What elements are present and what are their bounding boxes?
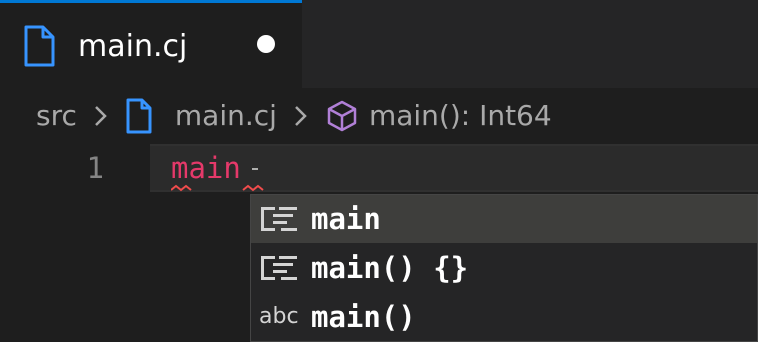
- file-icon: [24, 25, 55, 67]
- tab-bar: main.cj: [0, 0, 758, 88]
- tab-label: main.cj: [78, 29, 188, 64]
- error-squiggle: [171, 184, 264, 192]
- breadcrumb-file[interactable]: main.cj: [175, 96, 277, 136]
- snippet-icon: [261, 207, 297, 231]
- suggestion-item-main-call[interactable]: abc main(): [251, 293, 757, 341]
- chevron-right-icon: [295, 106, 307, 126]
- suggestion-label: main() {}: [311, 251, 469, 285]
- unsaved-dot-icon[interactable]: [257, 35, 275, 53]
- snippet-icon: [261, 256, 297, 280]
- abc-icon: abc: [259, 304, 299, 329]
- suggestion-item-main-block[interactable]: main() {}: [251, 244, 757, 292]
- text-cursor: [252, 168, 258, 170]
- file-icon: [126, 98, 152, 134]
- line-number: 1: [86, 151, 104, 185]
- suggestion-label: main: [311, 202, 381, 236]
- editor-window: main.cj src main.cj main(): Int64 1 main: [0, 0, 758, 342]
- breadcrumb-symbol[interactable]: main(): Int64: [369, 96, 552, 136]
- suggestion-item-main[interactable]: main: [251, 195, 757, 243]
- code-text[interactable]: main: [171, 148, 241, 188]
- suggestion-list: main main() {} abc main(): [250, 194, 758, 342]
- suggestion-label: main(): [311, 300, 416, 334]
- tab-main-cj[interactable]: main.cj: [0, 0, 302, 88]
- breadcrumb-folder[interactable]: src: [36, 96, 77, 136]
- breadcrumb: src main.cj main(): Int64: [0, 88, 758, 144]
- cube-icon: [327, 100, 357, 132]
- chevron-right-icon: [95, 106, 107, 126]
